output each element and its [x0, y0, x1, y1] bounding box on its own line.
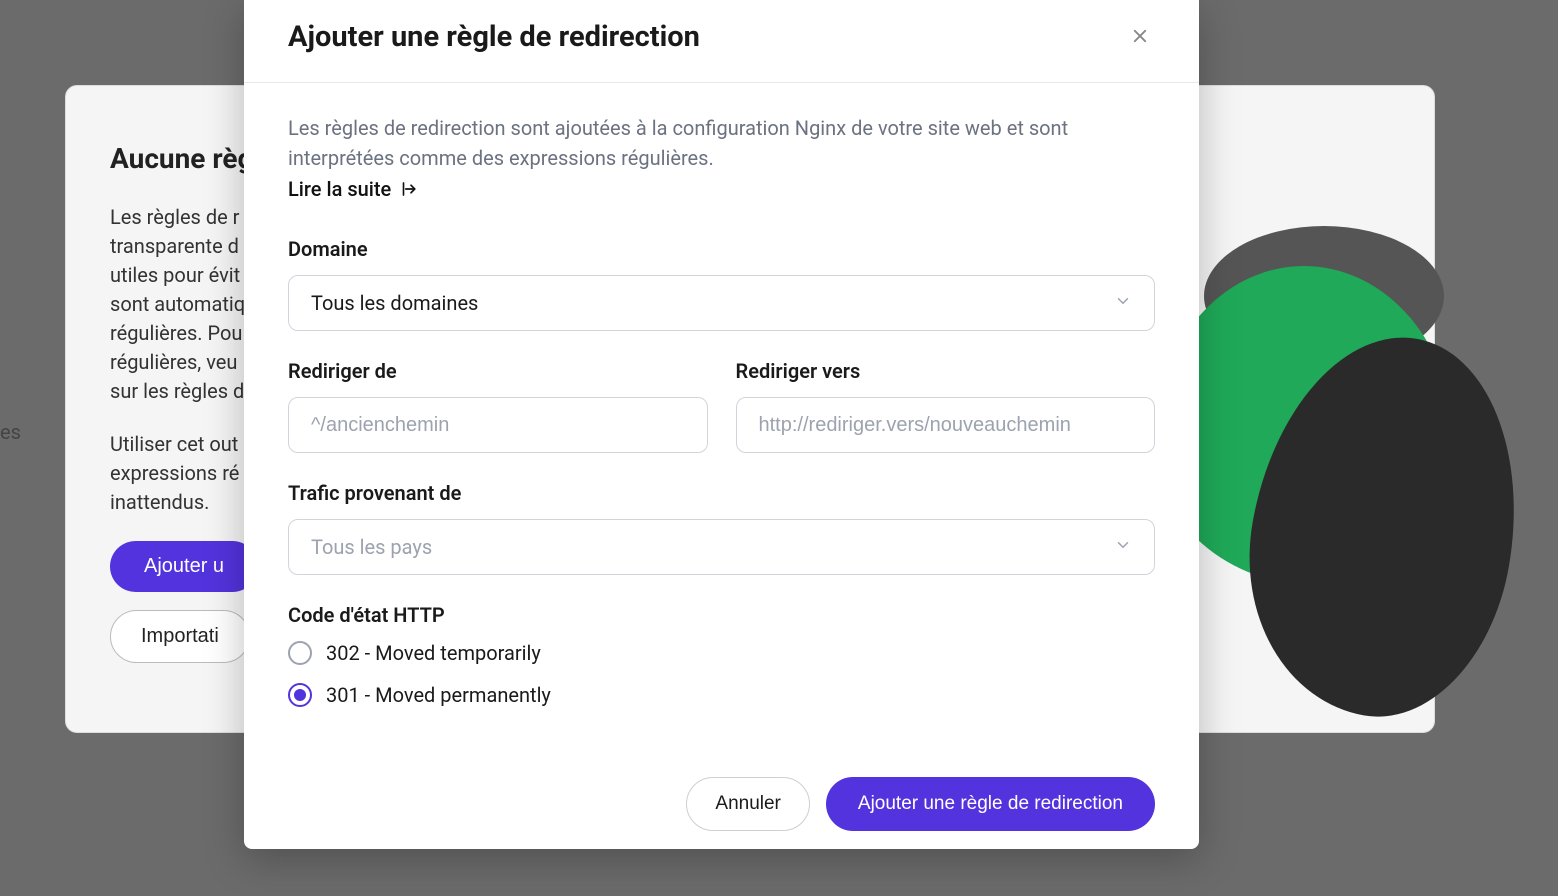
traffic-from-label: Trafic provenant de: [288, 481, 1155, 505]
domain-select-value: Tous les domaines: [311, 291, 478, 315]
redirect-from-input-wrapper: [288, 397, 708, 453]
modal-title: Ajouter une règle de redirection: [288, 20, 700, 54]
sidebar-text-fragment: es: [0, 420, 21, 444]
modal-header: Ajouter une règle de redirection: [244, 0, 1199, 83]
redirect-to-label: Rediriger vers: [736, 359, 1156, 383]
external-link-icon: [399, 180, 417, 198]
status-code-radio-group: 302 - Moved temporarily 301 - Moved perm…: [288, 641, 1155, 707]
radio-dot-icon: [294, 689, 306, 701]
domain-label: Domaine: [288, 237, 1155, 261]
radio-icon-checked: [288, 683, 312, 707]
modal-footer: Annuler Ajouter une règle de redirection: [244, 745, 1199, 849]
intro-text: Les règles de redirection sont ajoutées …: [288, 113, 1155, 173]
redirect-to-input-wrapper: [736, 397, 1156, 453]
status-code-option-301[interactable]: 301 - Moved permanently: [288, 683, 1155, 707]
submit-button[interactable]: Ajouter une règle de redirection: [826, 777, 1155, 831]
radio-label-302: 302 - Moved temporarily: [326, 641, 541, 665]
redirect-from-input[interactable]: [311, 398, 685, 452]
read-more-link[interactable]: Lire la suite: [288, 177, 417, 201]
chevron-down-icon: [1114, 535, 1132, 559]
status-code-option-302[interactable]: 302 - Moved temporarily: [288, 641, 1155, 665]
radio-icon: [288, 641, 312, 665]
bg-import-button[interactable]: Importati: [110, 610, 250, 663]
traffic-from-placeholder: Tous les pays: [311, 535, 432, 559]
chevron-down-icon: [1114, 291, 1132, 315]
close-button[interactable]: [1125, 21, 1155, 54]
close-icon: [1131, 27, 1149, 48]
radio-label-301: 301 - Moved permanently: [326, 683, 551, 707]
add-redirect-rule-modal: Ajouter une règle de redirection Les règ…: [244, 0, 1199, 849]
status-code-label: Code d'état HTTP: [288, 603, 1155, 627]
cancel-button[interactable]: Annuler: [686, 777, 810, 831]
domain-select[interactable]: Tous les domaines: [288, 275, 1155, 331]
redirect-to-input[interactable]: [759, 398, 1133, 452]
traffic-from-select[interactable]: Tous les pays: [288, 519, 1155, 575]
read-more-label: Lire la suite: [288, 177, 391, 201]
bg-add-rule-button[interactable]: Ajouter u: [110, 541, 258, 592]
redirect-from-label: Rediriger de: [288, 359, 708, 383]
modal-body: Les règles de redirection sont ajoutées …: [244, 83, 1199, 745]
